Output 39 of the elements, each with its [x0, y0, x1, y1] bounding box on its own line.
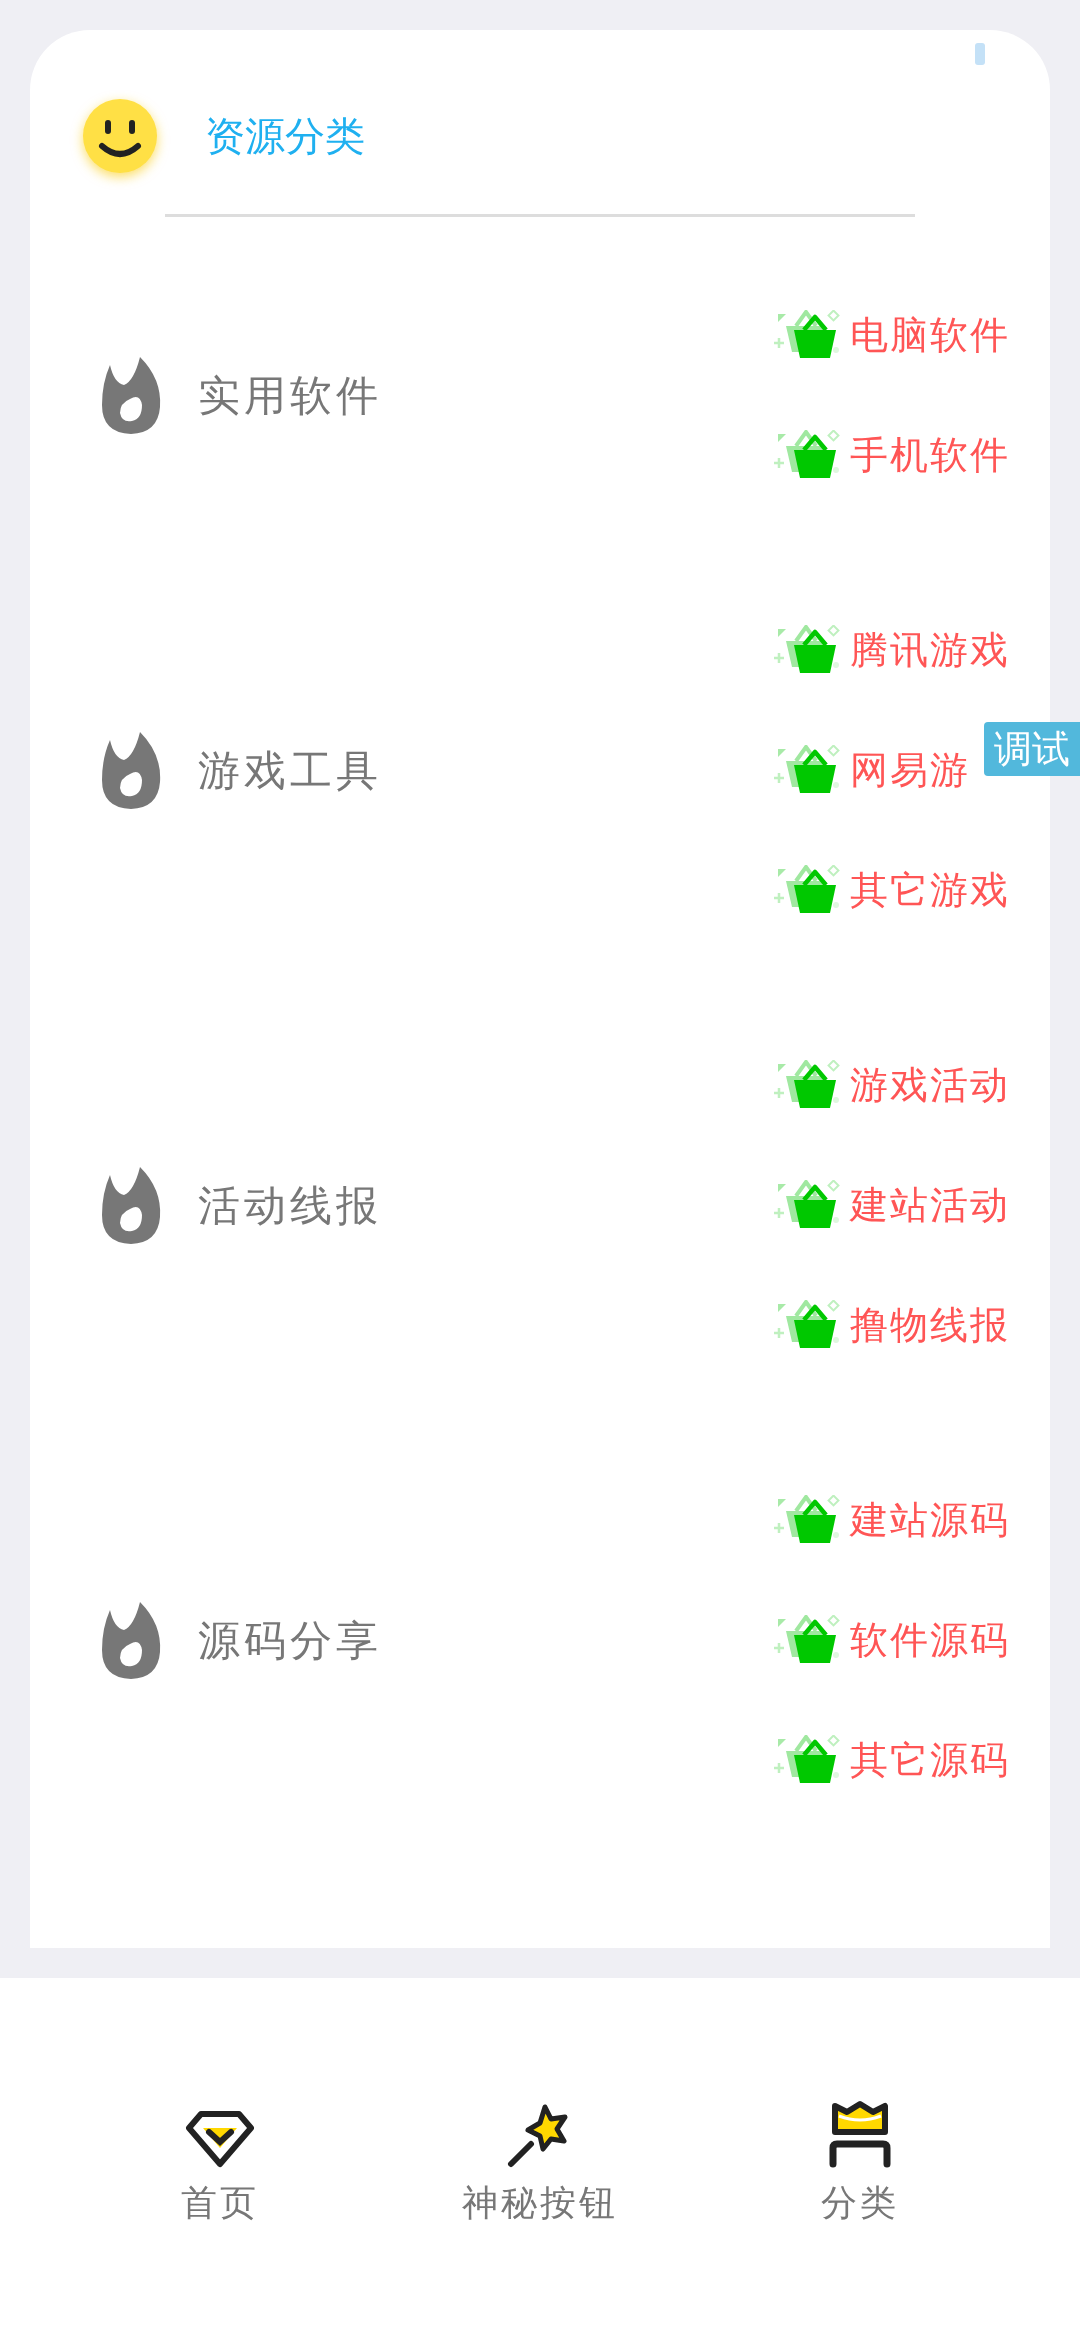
basket-icon [774, 1495, 840, 1545]
subcategory-link[interactable]: 其它游戏 [850, 861, 1010, 919]
subcategory-link[interactable]: 游戏活动 [850, 1056, 1010, 1114]
crown-icon [827, 2100, 893, 2168]
subcategory-link[interactable]: 软件源码 [850, 1611, 1010, 1669]
basket-icon [774, 1180, 840, 1230]
basket-icon [774, 1615, 840, 1665]
category-label[interactable]: 活动线报 [198, 1173, 382, 1237]
scrollbar [975, 43, 985, 65]
subcategory-link[interactable]: 手机软件 [850, 426, 1010, 484]
page-title: 资源分类 [205, 112, 365, 161]
basket-icon [774, 430, 840, 480]
nav-tab[interactable]: 首页 [70, 2098, 370, 2230]
subcategory-link[interactable]: 建站源码 [850, 1491, 1010, 1549]
subcategory-link[interactable]: 建站活动 [850, 1176, 1010, 1234]
nav-tab[interactable]: 神秘按钮 [390, 2098, 690, 2230]
basket-icon [774, 1300, 840, 1350]
smiley-icon [80, 96, 160, 176]
category-label[interactable]: 实用软件 [198, 363, 382, 427]
flame-icon [100, 1165, 162, 1245]
flame-icon [100, 355, 162, 435]
subcategory-link[interactable]: 电脑软件 [850, 306, 1010, 364]
flame-icon [100, 1600, 162, 1680]
debug-tag[interactable]: 调试 [984, 722, 1080, 776]
subcategory-link[interactable]: 网易游 [850, 741, 970, 799]
category-label[interactable]: 源码分享 [198, 1608, 382, 1672]
nav-tab[interactable]: 分类 [710, 2098, 1010, 2230]
category-label[interactable]: 游戏工具 [198, 738, 382, 802]
basket-icon [774, 625, 840, 675]
diamond-icon [185, 2110, 255, 2168]
basket-icon [774, 1735, 840, 1785]
subcategory-link[interactable]: 其它源码 [850, 1731, 1010, 1789]
basket-icon [774, 310, 840, 360]
basket-icon [774, 865, 840, 915]
basket-icon [774, 1060, 840, 1110]
flame-icon [100, 730, 162, 810]
basket-icon [774, 745, 840, 795]
subcategory-link[interactable]: 腾讯游戏 [850, 621, 1010, 679]
subcategory-link[interactable]: 撸物线报 [850, 1296, 1010, 1354]
